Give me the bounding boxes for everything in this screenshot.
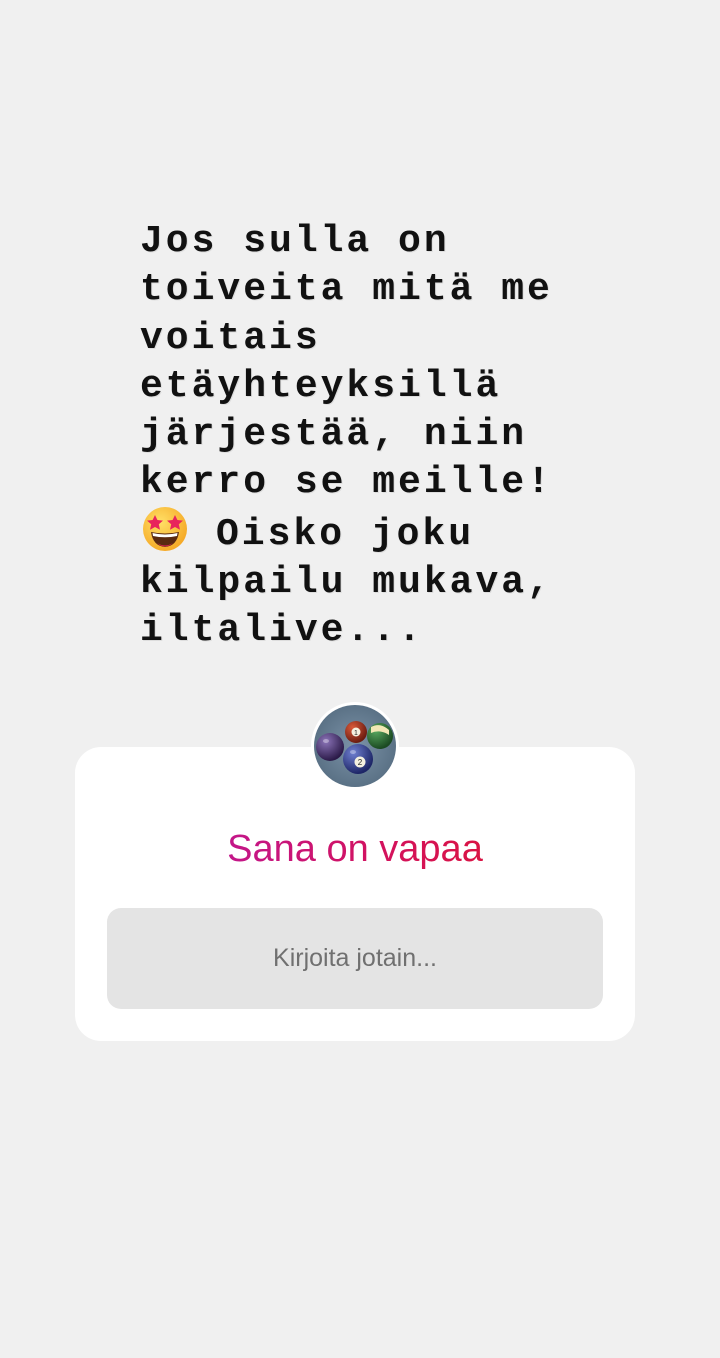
- story-text-line: toiveita mitä me: [140, 268, 553, 312]
- story-text-line: iltalive...: [140, 609, 424, 653]
- story-text-line: etäyhteyksillä: [140, 364, 502, 408]
- story-text-line-with-emoji: Oisko joku: [140, 506, 600, 559]
- story-text: Jos sulla on toiveita mitä me voitais et…: [140, 218, 600, 656]
- story-text-line: voitais: [140, 316, 321, 360]
- svg-text:2: 2: [358, 758, 363, 767]
- story-background: [0, 0, 720, 1358]
- story-text-line: kilpailu mukava,: [140, 561, 553, 605]
- story-text-line: järjestää, niin: [140, 413, 528, 457]
- question-title: Sana on vapaa: [75, 827, 635, 871]
- question-sticker-card: Sana on vapaa Kirjoita jotain...: [75, 747, 635, 1041]
- story-text-line: Oisko joku: [216, 512, 475, 556]
- billiard-balls-avatar: 1 2: [311, 702, 399, 790]
- svg-text:1: 1: [354, 730, 358, 737]
- answer-input[interactable]: Kirjoita jotain...: [107, 908, 603, 1009]
- star-struck-emoji-icon: [140, 506, 190, 552]
- story-text-line: kerro se meille!: [140, 461, 553, 505]
- story-text-line: Jos sulla on: [140, 220, 450, 263]
- answer-placeholder: Kirjoita jotain...: [273, 944, 437, 972]
